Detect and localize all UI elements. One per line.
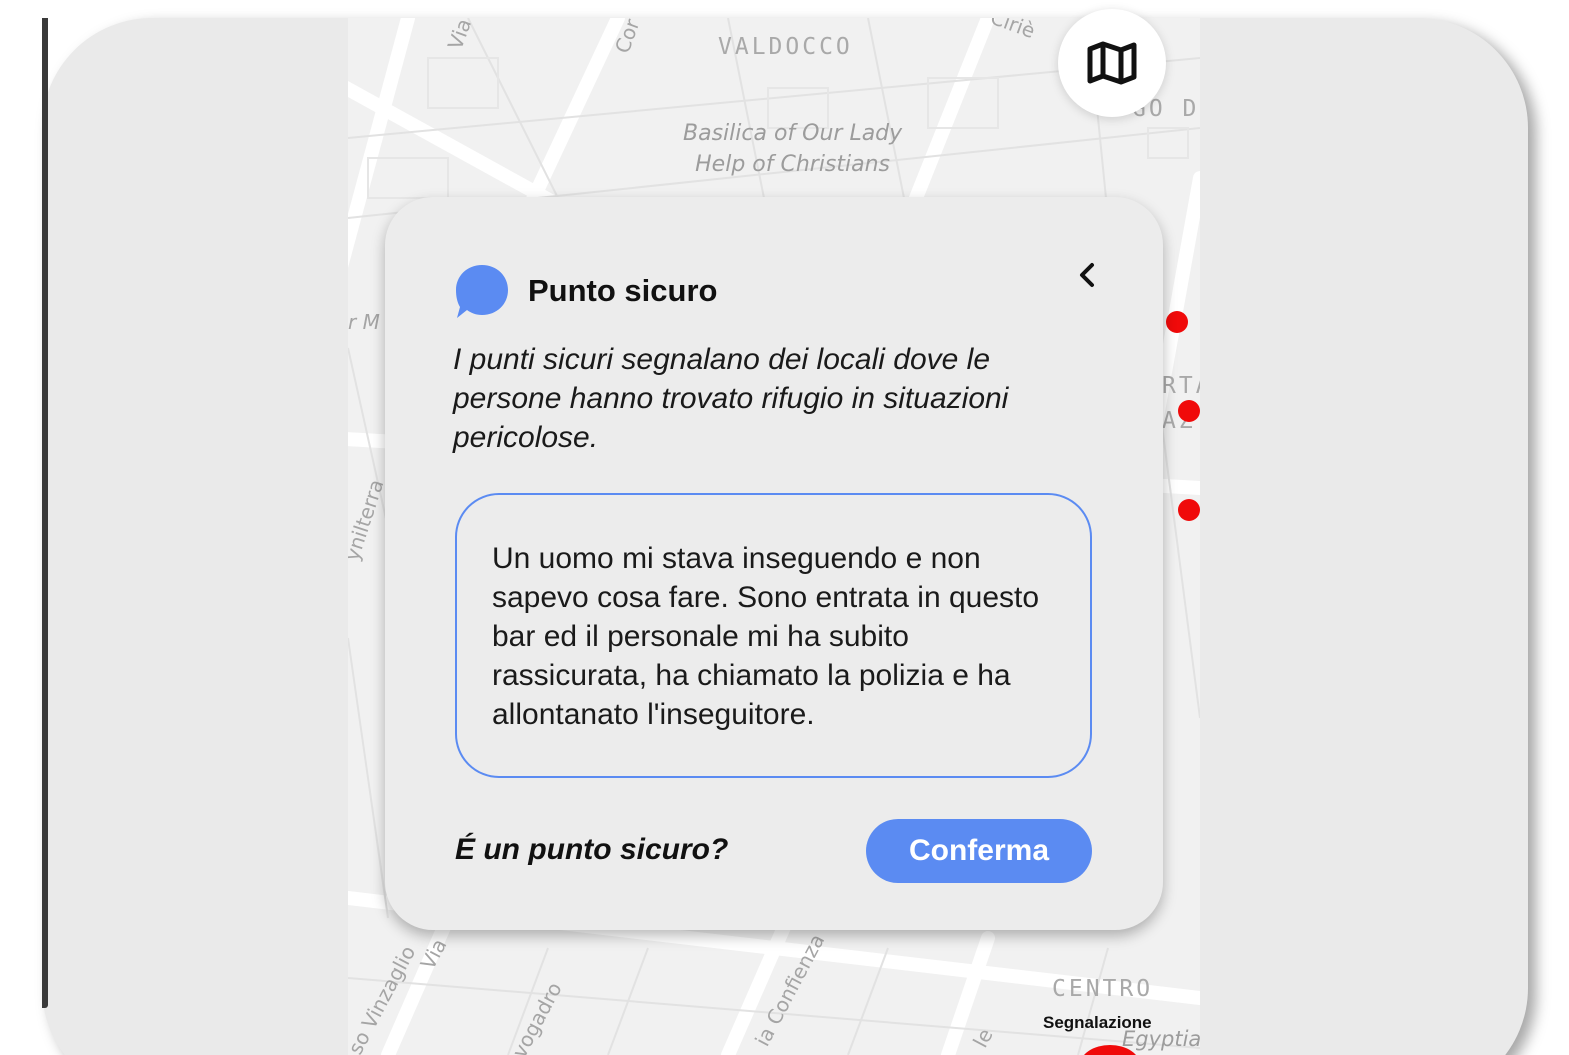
map-pin[interactable] [1166, 311, 1188, 333]
speech-bubble-icon [456, 265, 508, 318]
story-text-box: Un uomo mi stava inseguendo e non sapevo… [455, 493, 1092, 778]
map-label-valdocco: VALDOCCO [718, 34, 853, 60]
confirmation-question: É un punto sicuro? [455, 833, 729, 866]
map-pin[interactable] [1178, 499, 1200, 521]
map-street-rta: RTA [1162, 373, 1200, 399]
safe-point-popup: Punto sicuro I punti sicuri segnalano de… [385, 197, 1163, 930]
map-pin[interactable] [1178, 400, 1200, 422]
back-button[interactable] [1069, 255, 1105, 295]
map-toggle-button[interactable] [1058, 9, 1166, 117]
confirm-button[interactable]: Conferma [866, 819, 1092, 883]
report-label: Segnalazione [1043, 1013, 1152, 1032]
left-edge-sliver [42, 18, 48, 1008]
popup-title: Punto sicuro [528, 273, 718, 308]
map-icon [1087, 41, 1137, 85]
map-label-centro: CENTRO [1052, 976, 1154, 1002]
map-street-rm: r M [348, 310, 380, 334]
popup-description: I punti sicuri segnalano dei locali dove… [453, 343, 1009, 454]
chevron-left-icon [1080, 263, 1094, 287]
map-label-basilica: Basilica of Our Lady Help of Christians [683, 121, 903, 177]
